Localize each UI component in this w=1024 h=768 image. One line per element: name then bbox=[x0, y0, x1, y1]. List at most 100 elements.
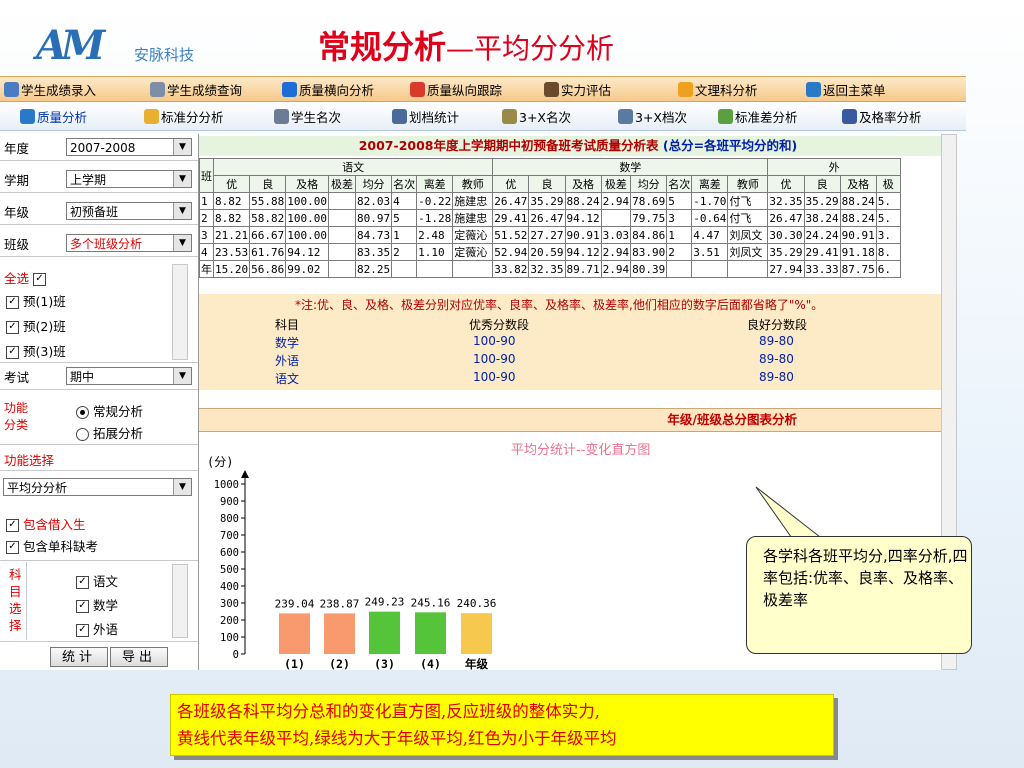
radio-selected[interactable] bbox=[76, 406, 89, 419]
checkbox-checked[interactable]: ✓ bbox=[6, 321, 19, 334]
y-tick-label: 600 bbox=[220, 547, 239, 559]
table-cell: 27.94 bbox=[767, 260, 805, 278]
grade-select[interactable]: 初预备班 ▼ bbox=[66, 202, 192, 220]
table-cell: 3 bbox=[666, 209, 693, 227]
chart-section-header: 年级/班级总分图表分析 bbox=[199, 408, 957, 432]
term-row: 学期 上学期 ▼ bbox=[0, 166, 198, 193]
eye-icon bbox=[20, 109, 35, 124]
table-cell: 付飞 bbox=[727, 209, 769, 227]
stat-button[interactable]: 统计 bbox=[50, 647, 108, 667]
notes-cell: 89-80 bbox=[759, 352, 794, 366]
year-row: 年度 2007-2008 ▼ bbox=[0, 134, 198, 161]
radio-unselected[interactable] bbox=[76, 428, 89, 441]
checkbox-checked[interactable]: ✓ bbox=[6, 346, 19, 359]
bar-value-label: 239.04 bbox=[275, 597, 315, 610]
table-cell: 32.35 bbox=[767, 192, 805, 210]
table-cell: 29.41 bbox=[492, 209, 530, 227]
radio-extended[interactable]: 拓展分析 bbox=[76, 423, 143, 442]
tools-icon bbox=[392, 109, 407, 124]
y-tick-label: 0 bbox=[233, 649, 239, 661]
table-cell: 定薇沁 bbox=[452, 243, 494, 261]
subject-list-scrollbar[interactable] bbox=[172, 564, 188, 638]
radio-label: 拓展分析 bbox=[93, 426, 144, 441]
submenu-item-3[interactable]: 划档统计 bbox=[392, 107, 459, 126]
class-option-label: 预(2)班 bbox=[23, 319, 66, 334]
menu-label: 质量横向分析 bbox=[299, 82, 375, 98]
checkbox-checked[interactable]: ✓ bbox=[76, 600, 89, 613]
submenu-item-7[interactable]: 及格率分析 bbox=[842, 107, 922, 126]
table-cell: 付飞 bbox=[727, 192, 769, 210]
select-all[interactable]: 全选 ✓ bbox=[4, 268, 50, 287]
year-select[interactable]: 2007-2008 ▼ bbox=[66, 138, 192, 156]
menu-item-4[interactable]: 实力评估 bbox=[544, 80, 611, 99]
table-cell: 3 bbox=[199, 226, 214, 244]
subject-checkbox-english[interactable]: ✓ 外语 bbox=[76, 619, 118, 638]
bar-4 bbox=[415, 612, 446, 654]
class-select[interactable]: 多个班级分析 ▼ bbox=[66, 234, 192, 252]
book-icon bbox=[842, 109, 857, 124]
exam-select[interactable]: 期中 ▼ bbox=[66, 367, 192, 385]
menu-item-2[interactable]: 质量横向分析 bbox=[282, 80, 374, 99]
class-checkbox-3[interactable]: ✓ 预(3)班 bbox=[6, 341, 66, 360]
y-tick-label: 900 bbox=[220, 496, 239, 508]
export-button[interactable]: 导出 bbox=[110, 647, 168, 667]
submenu-item-2[interactable]: 学生名次 bbox=[274, 107, 341, 126]
notes-header-subject: 科目 bbox=[275, 318, 300, 332]
table-title-note: (总分=各班平均分的和) bbox=[662, 138, 798, 153]
checkbox-checked[interactable]: ✓ bbox=[6, 519, 19, 532]
submenu-item-0[interactable]: 质量分析 bbox=[20, 107, 87, 126]
table-cell: 1 bbox=[391, 226, 418, 244]
bottom-note-line-2: 黄线代表年级平均,绿线为大于年级平均,红色为小于年级平均 bbox=[177, 729, 617, 748]
opt-missing[interactable]: ✓ 包含单科缺考 bbox=[6, 536, 98, 555]
bar-3 bbox=[369, 611, 400, 654]
table-cell: 88.24 bbox=[839, 192, 877, 210]
class-checkbox-1[interactable]: ✓ 预(1)班 bbox=[6, 291, 66, 310]
table-cell: 58.82 bbox=[249, 209, 287, 227]
class-checkbox-2[interactable]: ✓ 预(2)班 bbox=[6, 316, 66, 335]
menu-item-1[interactable]: 学生成绩查询 bbox=[150, 80, 242, 99]
table-cell: 88.24 bbox=[564, 192, 602, 210]
subject-checkbox-math[interactable]: ✓ 数学 bbox=[76, 595, 118, 614]
menu-item-0[interactable]: 学生成绩录入 bbox=[4, 80, 96, 99]
chevron-down-icon: ▼ bbox=[173, 368, 191, 384]
table-cell bbox=[727, 260, 769, 278]
menu-item-3[interactable]: 质量纵向跟踪 bbox=[410, 80, 502, 99]
gear-icon bbox=[502, 109, 517, 124]
opt-missing-label: 包含单科缺考 bbox=[23, 539, 99, 554]
table-cell: 83.90 bbox=[630, 243, 668, 261]
table-cell: 刘凤文 bbox=[727, 226, 769, 244]
checkbox-checked[interactable]: ✓ bbox=[6, 541, 19, 554]
checkbox-checked[interactable]: ✓ bbox=[6, 296, 19, 309]
submenu-item-6[interactable]: 标准差分析 bbox=[718, 107, 798, 126]
menu-item-5[interactable]: 文理科分析 bbox=[678, 80, 758, 99]
term-select[interactable]: 上学期 ▼ bbox=[66, 170, 192, 188]
checkbox-checked[interactable]: ✓ bbox=[76, 576, 89, 589]
radio-regular[interactable]: 常规分析 bbox=[76, 401, 143, 420]
opt-borrow[interactable]: ✓ 包含借入生 bbox=[6, 514, 86, 533]
checkbox-checked[interactable]: ✓ bbox=[33, 273, 46, 286]
class-label: 班级 bbox=[4, 236, 30, 252]
table-header-col: 优 bbox=[767, 175, 805, 193]
exam-value: 期中 bbox=[70, 370, 95, 384]
subject-checkbox-chinese[interactable]: ✓ 语文 bbox=[76, 571, 118, 590]
submenu-item-5[interactable]: 3+X档次 bbox=[618, 107, 687, 126]
table-row: 3 21.21 66.67 100.00 84.73 1 2.48 定薇沁 51.52 27.27… bbox=[199, 226, 901, 244]
pencil-icon bbox=[4, 81, 19, 97]
table-header-col: 均分 bbox=[354, 175, 393, 193]
checkbox-checked[interactable]: ✓ bbox=[76, 624, 89, 637]
class-list-scrollbar[interactable] bbox=[172, 264, 188, 360]
table-cell: 100.00 bbox=[285, 226, 329, 244]
submenu-item-4[interactable]: 3+X名次 bbox=[502, 107, 571, 126]
table-cell: 施建忠 bbox=[452, 192, 494, 210]
submenu-item-1[interactable]: 标准分分析 bbox=[144, 107, 224, 126]
func-select[interactable]: 平均分分析 ▼ bbox=[3, 478, 192, 496]
table-cell: 84.86 bbox=[630, 226, 668, 244]
bar-value-label: 245.16 bbox=[411, 596, 451, 609]
menu-item-6[interactable]: 返回主菜单 bbox=[806, 80, 886, 99]
notes-cell: 外语 bbox=[275, 354, 300, 368]
menu-label: 质量纵向跟踪 bbox=[427, 82, 503, 98]
table-cell: 32.35 bbox=[528, 260, 566, 278]
table-cell: 38.24 bbox=[803, 209, 841, 227]
x-category-label: (1) bbox=[284, 657, 305, 670]
y-tick-label: 500 bbox=[220, 564, 239, 576]
